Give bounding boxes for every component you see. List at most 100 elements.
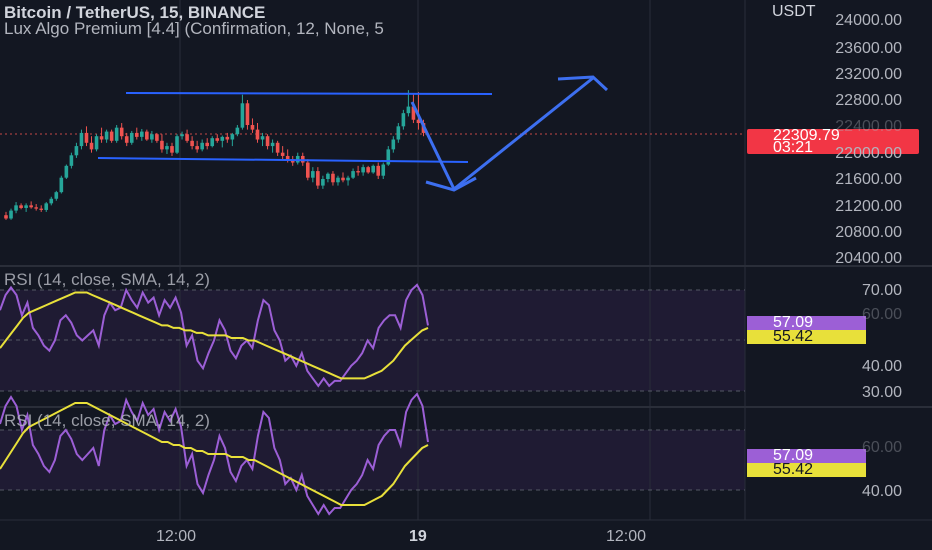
candle-body — [351, 171, 355, 178]
candle-body — [306, 162, 310, 178]
candle-body — [9, 210, 13, 219]
candle-body — [175, 136, 179, 153]
candle-body — [29, 205, 33, 208]
candle-body — [235, 127, 240, 135]
candle-body — [391, 139, 396, 150]
candle-body — [44, 203, 49, 210]
sma-value-2: 55.42 — [773, 461, 814, 478]
candle-body — [94, 136, 99, 150]
candle-body — [165, 146, 169, 150]
candle-body — [140, 131, 144, 137]
candle-body — [255, 129, 260, 140]
candle-body — [190, 140, 194, 147]
candle-body — [19, 205, 23, 208]
candle-body — [64, 165, 69, 178]
candle-body — [371, 165, 375, 173]
candle-body — [346, 177, 350, 181]
candle-body — [160, 140, 164, 150]
candle-body — [99, 136, 104, 140]
candle-body — [366, 167, 370, 173]
candle-body — [321, 179, 325, 186]
price-tick: 24000.00 — [835, 12, 902, 29]
candle-body — [331, 173, 335, 183]
rsi-band-2 — [0, 430, 745, 490]
candle-body — [24, 205, 28, 208]
candle-body — [311, 171, 315, 178]
candle-body — [150, 134, 154, 140]
candle-body — [109, 131, 114, 141]
candle-body — [4, 215, 8, 219]
candle-body — [361, 167, 365, 173]
candle-body — [54, 192, 59, 199]
rsi-tick: 70.00 — [861, 282, 902, 299]
candle-body — [406, 106, 411, 114]
candle-body — [376, 165, 381, 176]
time-tick: 12:00 — [156, 528, 197, 545]
candle-body — [275, 142, 280, 153]
candle-body — [215, 138, 220, 141]
price-tick: 23600.00 — [835, 40, 902, 57]
candle-body — [260, 136, 265, 140]
candle-body — [230, 134, 235, 140]
candle-body — [49, 198, 54, 204]
rsi-tick: 60.00 — [861, 306, 902, 323]
time-tick: 12:00 — [606, 528, 647, 545]
price-tick: 20800.00 — [835, 224, 902, 241]
candle-body — [14, 205, 18, 211]
candle-body — [104, 131, 109, 140]
candle-body — [341, 177, 345, 181]
candle-body — [89, 142, 94, 150]
candle-body — [285, 155, 290, 160]
rsi-tick: 40.00 — [861, 483, 902, 500]
candle-body — [356, 171, 360, 173]
candle-body — [225, 136, 230, 140]
candle-body — [59, 177, 64, 193]
price-tick: 22800.00 — [835, 92, 902, 109]
candle-body — [220, 136, 225, 141]
candle-body — [316, 171, 320, 186]
rsi-tick: 60.00 — [861, 439, 902, 456]
candle-body — [69, 155, 74, 166]
candle-body — [396, 126, 401, 140]
rsi-legend-1[interactable]: RSI (14, close, SMA, 14, 2) — [4, 270, 210, 290]
candle-body — [119, 127, 124, 137]
rsi-legend-2[interactable]: RSI (14, close, SMA, 14, 2) — [4, 411, 210, 431]
candle-body — [124, 136, 129, 143]
candle-body — [145, 131, 149, 140]
rsi-tick: 40.00 — [861, 358, 902, 375]
candle-body — [280, 152, 285, 156]
candle-body — [170, 146, 174, 153]
candle-body — [205, 142, 209, 147]
price-tick: 21200.00 — [835, 198, 902, 215]
candle-body — [336, 177, 340, 183]
price-tick: 23200.00 — [835, 66, 902, 83]
candle-body — [210, 138, 215, 147]
candle-body — [265, 136, 270, 147]
candle-body — [180, 134, 184, 137]
candle-body — [114, 127, 119, 141]
time-tick: 19 — [409, 528, 427, 545]
candle-body — [39, 208, 44, 210]
indicator-legend[interactable]: Lux Algo Premium [4.4] (Confirmation, 12… — [4, 19, 384, 39]
candle-body — [134, 132, 139, 137]
price-tick: 20400.00 — [835, 250, 902, 267]
sma-value-1: 55.42 — [773, 328, 814, 345]
currency-label[interactable]: USDT — [772, 3, 816, 21]
candle-body — [79, 132, 84, 147]
candle-body — [401, 113, 406, 127]
resistance-line[interactable] — [125, 92, 493, 95]
candle-body — [129, 132, 134, 143]
rsi-tick: 30.00 — [861, 384, 902, 401]
candle-body — [245, 103, 250, 126]
candle-body — [381, 164, 386, 176]
candle-body — [185, 134, 189, 141]
candle-body — [250, 125, 255, 130]
bar-countdown: 03:21 — [773, 139, 814, 156]
candle-body — [34, 207, 38, 209]
candle-body — [326, 173, 330, 179]
candle-body — [200, 142, 204, 150]
candle-body — [386, 149, 391, 165]
price-tick: 21600.00 — [835, 171, 902, 188]
candle-body — [155, 134, 159, 141]
candle-body — [195, 146, 199, 150]
